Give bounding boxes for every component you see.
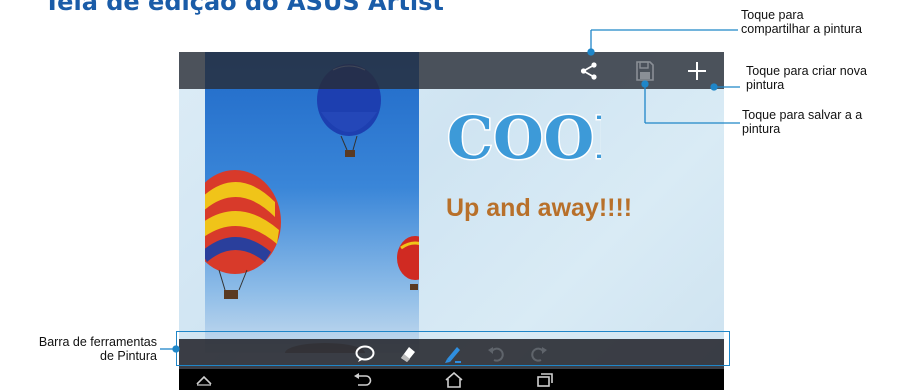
save-callout-line2: pintura xyxy=(742,122,781,136)
back-button[interactable] xyxy=(351,371,373,388)
home-button[interactable] xyxy=(443,371,465,388)
new-callout-line2: pintura xyxy=(746,78,785,92)
toolbar-callout: Barra de ferramentas de Pintura xyxy=(6,335,157,363)
save-callout: Toque para salvar a a pintura xyxy=(742,108,862,136)
toolbar-callout-line1: Barra de ferramentas xyxy=(38,335,157,349)
hide-nav-button[interactable] xyxy=(193,371,215,388)
cool-sticker[interactable]: COOL xyxy=(441,100,602,173)
cool-sticker-text: COOL xyxy=(447,104,601,172)
recent-apps-button[interactable] xyxy=(534,371,556,388)
share-callout-line1: Toque para xyxy=(741,8,804,22)
new-callout: Toque para criar nova pintura xyxy=(746,64,867,92)
toolbar-highlight-box xyxy=(176,331,730,366)
share-icon xyxy=(580,62,597,80)
painting-caption[interactable]: Up and away!!!! xyxy=(446,194,632,223)
new-callout-line1: Toque para criar nova xyxy=(746,64,867,78)
toolbar-callout-line2: de Pintura xyxy=(100,349,157,363)
new-painting-button[interactable] xyxy=(682,56,712,86)
save-callout-line1: Toque para salvar a a xyxy=(742,108,863,122)
save-icon xyxy=(636,61,654,81)
back-icon xyxy=(354,372,372,386)
share-callout-line2: compartilhar a pintura xyxy=(741,22,862,36)
chevron-up-icon xyxy=(196,375,212,386)
page-title: Tela de edição do ASUS Artist xyxy=(44,0,444,16)
plus-icon xyxy=(688,62,706,80)
share-button[interactable] xyxy=(574,56,604,86)
save-button[interactable] xyxy=(630,56,660,86)
action-bar xyxy=(179,52,724,89)
balloon-illustration xyxy=(205,64,419,353)
system-nav-bar xyxy=(179,369,724,390)
balloon-photo xyxy=(205,52,419,353)
recent-apps-icon xyxy=(537,372,553,387)
home-icon xyxy=(445,371,463,388)
share-callout: Toque para compartilhar a pintura xyxy=(741,8,862,36)
